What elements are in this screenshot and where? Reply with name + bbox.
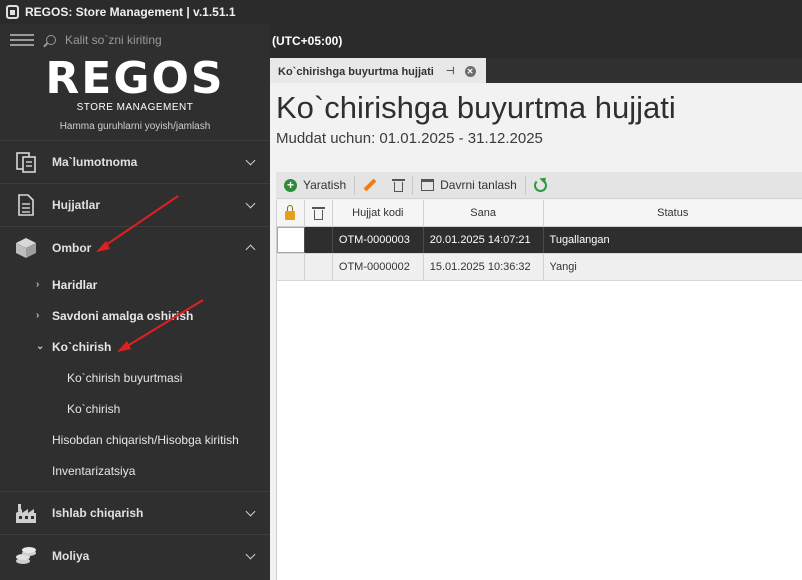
sidebar-item-label: Ko`chirish <box>52 339 112 354</box>
table-row[interactable]: OTM-0000003 20.01.2025 14:07:21 Tugallan… <box>277 227 802 254</box>
table-header: Hujjat kodi Sana Status <box>277 200 802 227</box>
timezone-label: (UTC+05:00) <box>272 34 343 48</box>
chevron-down-icon <box>245 198 256 209</box>
sidebar-item-reference[interactable]: Ma`lumotnoma <box>0 140 270 183</box>
sidebar-item-label: Ombor <box>52 241 92 255</box>
sidebar-item-transfer-order[interactable]: Ko`chirish buyurtmasi <box>0 362 270 393</box>
toolbar: + Yaratish Davrni tanlash <box>276 172 802 199</box>
sidebar-item-label: Hisobdan chiqarish/Hisobga kiritish <box>52 432 239 447</box>
sidebar-item-label: Savdoni amalga oshirish <box>52 308 194 323</box>
edit-button[interactable] <box>355 172 385 199</box>
documents-table: Hujjat kodi Sana Status OTM-0000003 20.0… <box>276 200 802 580</box>
refresh-icon <box>533 178 547 192</box>
sidebar-item-label: Moliya <box>52 549 90 563</box>
sidebar-item-label: Hujjatlar <box>52 198 101 212</box>
sidebar-item-transfer-doc[interactable]: Ko`chirish <box>0 393 270 424</box>
document-panel: Ko`chirishga buyurtma hujjati Muddat uch… <box>270 83 802 580</box>
sidebar-item-label: Ko`chirish <box>67 401 121 416</box>
expand-collapse-all-link[interactable]: Hamma guruhlarni yoyish/jamlash <box>0 121 270 132</box>
sidebar-item-label: Haridlar <box>52 277 98 292</box>
column-header-date[interactable]: Sana <box>424 200 544 226</box>
doc-date-cell: 15.01.2025 10:36:32 <box>424 254 544 280</box>
sidebar-item-label: Inventarizatsiya <box>52 463 136 478</box>
column-header-status[interactable]: Status <box>544 200 802 226</box>
refresh-button[interactable] <box>526 172 555 199</box>
main-area: (UTC+05:00) Ko`chirishga buyurtma hujjat… <box>270 24 802 580</box>
period-label: Muddat uchun: 01.01.2025 - 31.12.2025 <box>276 130 543 147</box>
sidebar-item-label: Ko`chirish buyurtmasi <box>67 370 183 385</box>
select-period-label: Davrni tanlash <box>440 178 517 192</box>
chevron-right-icon: › <box>36 279 40 290</box>
sidebar-item-writeoff[interactable]: Hisobdan chiqarish/Hisobga kiritish <box>0 424 270 455</box>
tab-transfer-order-document[interactable]: Ko`chirishga buyurtma hujjati ⊣ ✕ <box>270 58 486 83</box>
chevron-up-icon <box>245 243 256 255</box>
search-row: Kalit so`zni kiriting <box>0 24 270 56</box>
sidebar-item-transfer[interactable]: ⌄ Ko`chirish <box>0 331 270 362</box>
doc-date-cell: 20.01.2025 14:07:21 <box>424 227 544 253</box>
chevron-down-icon <box>245 506 256 517</box>
logo: REGOS <box>45 53 225 104</box>
tab-bar: Ko`chirishga buyurtma hujjati ⊣ ✕ <box>270 58 802 83</box>
delete-cell[interactable] <box>305 227 333 253</box>
plus-icon: + <box>284 178 297 192</box>
lock-icon <box>285 205 296 220</box>
box-icon <box>13 236 39 260</box>
document-icon <box>13 193 39 217</box>
chevron-down-icon <box>245 549 256 560</box>
hamburger-menu-icon[interactable] <box>10 34 34 46</box>
sidebar-item-inventory[interactable]: Inventarizatsiya <box>0 455 270 486</box>
page-title: Ko`chirishga buyurtma hujjati <box>276 90 676 125</box>
create-label: Yaratish <box>303 178 347 192</box>
trash-icon <box>311 206 325 220</box>
sidebar: Kalit so`zni kiriting REGOS STORE MANAGE… <box>0 24 270 580</box>
chevron-down-icon <box>245 155 256 166</box>
create-button[interactable]: + Yaratish <box>276 172 354 199</box>
chevron-right-icon: › <box>36 310 40 321</box>
coins-icon <box>13 544 39 568</box>
select-period-button[interactable]: Davrni tanlash <box>413 172 525 199</box>
sidebar-item-production[interactable]: Ishlab chiqarish <box>0 491 270 534</box>
doc-status-cell: Yangi <box>549 261 577 273</box>
doc-status-cell: Tugallangan <box>549 234 610 246</box>
sidebar-item-documents[interactable]: Hujjatlar <box>0 183 270 226</box>
title-bar: REGOS: Store Management | v.1.51.1 <box>0 0 802 24</box>
sidebar-item-sales[interactable]: › Savdoni amalga oshirish <box>0 300 270 331</box>
column-header-code[interactable]: Hujjat kodi <box>333 200 424 226</box>
search-icon <box>46 35 56 45</box>
trash-icon <box>392 178 406 192</box>
chevron-down-icon: ⌄ <box>36 341 45 352</box>
delete-button[interactable] <box>385 172 412 199</box>
sidebar-item-purchases[interactable]: › Haridlar <box>0 269 270 300</box>
table-row[interactable]: OTM-0000002 15.01.2025 10:36:32 Yangi <box>277 254 802 281</box>
lock-cell[interactable] <box>277 227 305 253</box>
sidebar-item-label: Ishlab chiqarish <box>52 506 144 520</box>
delete-cell[interactable] <box>305 254 333 280</box>
window-title: REGOS: Store Management | v.1.51.1 <box>25 5 236 19</box>
calendar-icon <box>421 179 435 191</box>
sidebar-item-warehouse[interactable]: Ombor <box>0 226 270 269</box>
sidebar-item-finance[interactable]: Moliya <box>0 534 270 577</box>
logo-subtitle: STORE MANAGEMENT <box>76 102 194 113</box>
lock-column-header[interactable] <box>277 200 305 226</box>
tab-label: Ko`chirishga buyurtma hujjati <box>278 65 434 78</box>
logo-area: REGOS STORE MANAGEMENT Hamma guruhlarni … <box>0 56 270 140</box>
search-input[interactable]: Kalit so`zni kiriting <box>65 33 162 47</box>
doc-code-cell: OTM-0000002 <box>333 254 424 280</box>
lock-cell[interactable] <box>277 254 305 280</box>
pencil-icon <box>363 178 377 192</box>
reference-icon <box>13 150 39 174</box>
app-icon <box>6 5 19 19</box>
close-icon[interactable]: ✕ <box>464 66 476 77</box>
sidebar-item-label: Ma`lumotnoma <box>52 155 138 169</box>
doc-code-cell: OTM-0000003 <box>333 227 424 253</box>
delete-column-header[interactable] <box>305 200 333 226</box>
factory-icon <box>13 501 39 525</box>
pin-icon[interactable]: ⊣ <box>446 66 455 77</box>
